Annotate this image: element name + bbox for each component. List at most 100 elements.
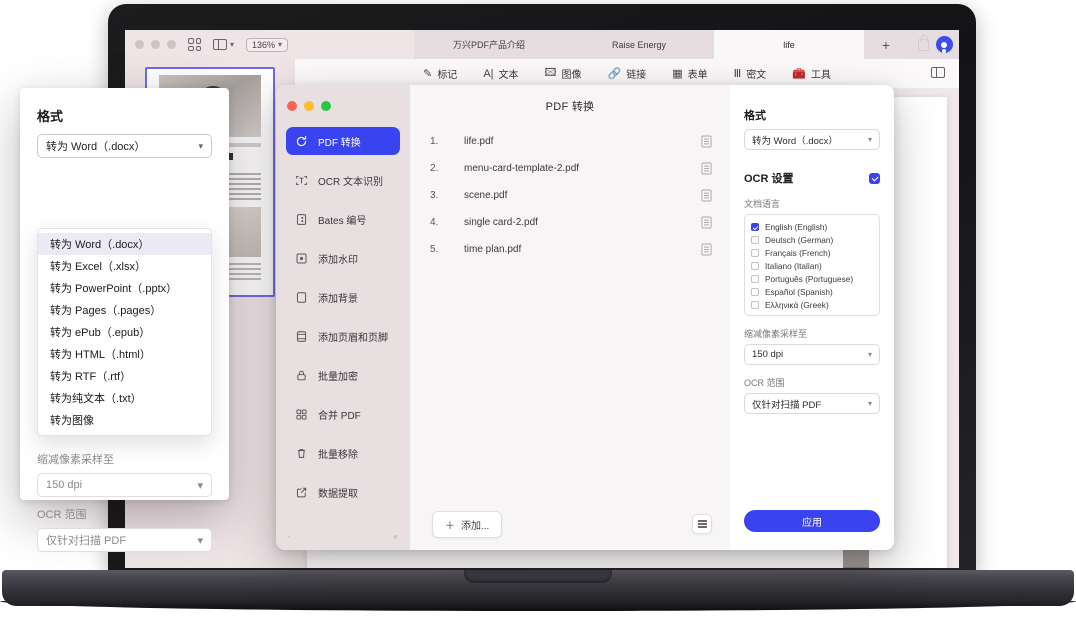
right-panel-toggle[interactable] [931, 67, 945, 78]
tab-doc-1[interactable]: 万兴PDF产品介绍 [414, 30, 564, 59]
apply-label: 应用 [802, 517, 822, 529]
tool-link[interactable]: 🔗 链接 [607, 66, 646, 81]
language-list[interactable]: English (English) Deutsch (German) Franç… [744, 214, 880, 316]
nav-item-watermark[interactable]: 添加水印 [286, 244, 400, 272]
language-option[interactable]: Italiano (Italian) [751, 259, 873, 272]
image-icon: 🖾 [544, 67, 557, 79]
close-dot[interactable] [287, 101, 297, 111]
nav-item-ocr[interactable]: OCR 文本识别 [286, 166, 400, 194]
bates-icon [294, 212, 308, 226]
file-settings-icon[interactable] [701, 189, 712, 202]
form-icon: ▦ [672, 68, 683, 80]
grid-view-icon[interactable] [188, 38, 201, 51]
tool-toolbox[interactable]: 🧰 工具 [792, 66, 831, 81]
zoom-dot[interactable] [167, 40, 176, 49]
format-option-excel[interactable]: 转为 Excel（.xlsx） [38, 255, 211, 277]
nav-item-merge[interactable]: 合并 PDF [286, 400, 400, 428]
popup-dpi-select[interactable]: 150 dpi ▾ [37, 473, 212, 497]
nav-item-bates[interactable]: Bates 编号 [286, 205, 400, 233]
format-option-html[interactable]: 转为 HTML（.html） [38, 343, 211, 365]
dialog-traffic-lights[interactable] [276, 95, 410, 111]
checkbox[interactable] [751, 287, 759, 296]
zoom-dot[interactable] [321, 101, 331, 111]
checkbox[interactable] [751, 261, 759, 270]
format-option-image[interactable]: 转为图像 [38, 409, 211, 431]
add-files-button[interactable]: ＋ 添加... [432, 510, 503, 538]
chevron-down-icon: ▾ [197, 479, 203, 492]
nav-item-encrypt[interactable]: 批量加密 [286, 361, 400, 389]
ocr-label: OCR 设置 [744, 173, 794, 185]
format-option-txt[interactable]: 转为纯文本（.txt） [38, 387, 211, 409]
scope-select[interactable]: 仅针对扫描 PDF ▾ [744, 393, 880, 414]
dialog-nav-list: PDF 转换 OCR 文本识别 Bates 编号 添加水印 添加背景 添加页眉和… [276, 127, 410, 506]
language-option[interactable]: Português (Portuguese) [751, 272, 873, 285]
nav-item-pdf-convert[interactable]: PDF 转换 [286, 127, 400, 155]
file-settings-icon[interactable] [701, 135, 712, 148]
file-settings-icon[interactable] [701, 162, 712, 175]
checkbox[interactable] [751, 274, 759, 283]
app-titlebar: ▾ 136% ▾ 万兴PDF产品介绍 Raise Energy life + [125, 30, 959, 59]
file-row[interactable]: 4. single card-2.pdf [410, 209, 730, 236]
dpi-select[interactable]: 150 dpi ▾ [744, 344, 880, 365]
format-select[interactable]: 转为 Word（.docx） ▾ [744, 129, 880, 150]
language-option[interactable]: Français (French) [751, 246, 873, 259]
panel-toggle-icon[interactable]: ▾ [213, 39, 234, 50]
file-row[interactable]: 3. scene.pdf [410, 182, 730, 209]
option-label: 转为 Word（.docx） [50, 239, 150, 251]
close-dot[interactable] [135, 40, 144, 49]
tool-text[interactable]: A| 文本 [483, 66, 518, 82]
format-option-epub[interactable]: 转为 ePub（.epub） [38, 321, 211, 343]
account-button[interactable] [929, 30, 959, 59]
language-label-text: Italiano (Italian) [765, 260, 822, 271]
language-option[interactable]: Deutsch (German) [751, 233, 873, 246]
apply-button[interactable]: 应用 [744, 510, 880, 532]
tool-markup[interactable]: ✎ 标记 [423, 66, 457, 81]
nav-item-label: OCR 文本识别 [318, 176, 383, 188]
language-label-text: English (English) [765, 221, 828, 232]
list-options-button[interactable] [692, 514, 712, 534]
nav-item-header-footer[interactable]: 添加页眉和页脚 [286, 322, 400, 350]
checkbox[interactable] [751, 235, 759, 244]
language-option[interactable]: English (English) [751, 220, 873, 233]
chevron-down-icon: ▾ [278, 40, 283, 49]
minimize-dot[interactable] [304, 101, 314, 111]
popup-scope-select[interactable]: 仅针对扫描 PDF ▾ [37, 528, 212, 552]
tab-doc-2[interactable]: Raise Energy [564, 30, 714, 59]
chevron-down-icon: ▾ [198, 140, 203, 151]
file-settings-icon[interactable] [701, 216, 712, 229]
file-row[interactable]: 5. time plan.pdf [410, 236, 730, 263]
zoom-level-control[interactable]: 136% ▾ [246, 37, 289, 52]
minimize-dot[interactable] [151, 40, 160, 49]
language-option[interactable]: Ελληνικά (Greek) [751, 298, 873, 311]
new-tab-button[interactable]: + [864, 30, 908, 59]
tool-image[interactable]: 🖾 图像 [545, 64, 582, 83]
checkbox[interactable] [751, 300, 759, 309]
dialog-sidebar: PDF 转换 OCR 文本识别 Bates 编号 添加水印 添加背景 添加页眉和… [276, 85, 410, 550]
nav-item-data-extract[interactable]: 数据提取 [286, 478, 400, 506]
collapse-icon[interactable]: « [394, 532, 398, 541]
header-footer-icon [294, 329, 308, 343]
file-settings-icon[interactable] [701, 243, 712, 256]
format-option-powerpoint[interactable]: 转为 PowerPoint（.pptx） [38, 277, 211, 299]
nav-item-label: 添加页眉和页脚 [318, 332, 388, 344]
checkbox[interactable] [751, 222, 759, 231]
merge-icon [294, 407, 308, 421]
tool-redact[interactable]: Ⅲ 密文 [734, 66, 767, 81]
screenshot-root: ▾ 136% ▾ 万兴PDF产品介绍 Raise Energy life + ✎… [0, 0, 1076, 623]
nav-item-remove[interactable]: 批量移除 [286, 439, 400, 467]
language-option[interactable]: Español (Spanish) [751, 285, 873, 298]
popup-format-select[interactable]: 转为 Word（.docx） ▾ [37, 134, 212, 158]
checkbox[interactable] [751, 248, 759, 257]
popup-scope-group: OCR 范围 仅针对扫描 PDF ▾ [37, 498, 212, 552]
format-option-rtf[interactable]: 转为 RTF（.rtf） [38, 365, 211, 387]
file-row[interactable]: 2. menu-card-template-2.pdf [410, 155, 730, 182]
tool-form[interactable]: ▦ 表单 [672, 66, 707, 81]
language-label-text: Deutsch (German) [765, 234, 834, 245]
format-option-pages[interactable]: 转为 Pages（.pages） [38, 299, 211, 321]
ocr-enable-checkbox[interactable] [869, 172, 880, 184]
format-option-word[interactable]: 转为 Word（.docx） [38, 233, 211, 255]
file-row[interactable]: 1. life.pdf [410, 128, 730, 155]
nav-item-background[interactable]: 添加背景 [286, 283, 400, 311]
window-traffic-lights[interactable] [135, 40, 176, 49]
tab-doc-3[interactable]: life [714, 30, 864, 59]
